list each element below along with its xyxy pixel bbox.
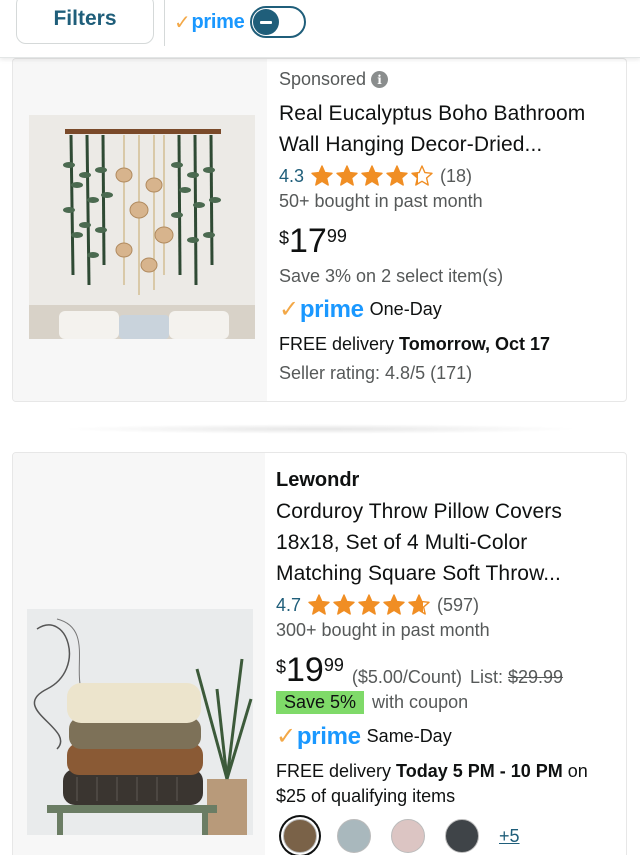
star-icon	[383, 594, 405, 615]
star-icon	[336, 165, 358, 186]
coupon-text: with coupon	[372, 692, 469, 712]
list-price: List: $29.99	[469, 667, 564, 687]
topbar-divider	[164, 0, 165, 46]
prime-speed: One-Day	[369, 299, 442, 319]
product-info: Sponsored i Real Eucalyptus Boho Bathroo…	[279, 69, 619, 384]
star-rating	[307, 593, 431, 617]
product-image-panel[interactable]	[13, 59, 267, 401]
color-swatch[interactable]	[337, 819, 371, 853]
rating-value: 4.7	[276, 594, 302, 615]
more-swatches-link[interactable]: +5	[499, 826, 520, 847]
product-info: Lewondr Corduroy Throw Pillow Covers 18x…	[276, 469, 621, 809]
product-card[interactable]: Lewondr Corduroy Throw Pillow Covers 18x…	[12, 452, 627, 855]
product-image[interactable]	[29, 115, 255, 339]
rating-value: 4.3	[279, 165, 305, 186]
rating-row[interactable]: 4.3 (18)	[279, 164, 619, 188]
rating-count: (597)	[437, 594, 480, 615]
star-rating	[310, 164, 434, 188]
card-separator	[60, 424, 580, 434]
sponsored-label[interactable]: Sponsored i	[279, 69, 619, 90]
rating-row[interactable]: 4.7 (597)	[276, 593, 621, 617]
info-icon[interactable]: i	[371, 71, 389, 88]
seller-rating: Seller rating: 4.8/5 (171)	[279, 363, 473, 383]
prime-check-icon: ✓	[174, 11, 191, 34]
filters-button[interactable]: Filters	[16, 0, 154, 44]
prime-toggle[interactable]	[250, 6, 307, 38]
star-icon	[311, 165, 333, 186]
prime-filter[interactable]: ✓ prime	[174, 4, 307, 40]
prime-badge: ✓ prime Same-Day	[276, 722, 621, 751]
price[interactable]: $ 19 99 ($5.00/Count) List: $29.99	[276, 651, 621, 689]
prime-check-icon: ✓	[279, 296, 299, 323]
product-title[interactable]: Corduroy Throw Pillow Covers 18x18, Set …	[276, 496, 621, 589]
star-icon	[361, 165, 383, 186]
product-card[interactable]: Sponsored i Real Eucalyptus Boho Bathroo…	[12, 58, 627, 402]
prime-check-icon: ✓	[276, 723, 296, 750]
bought-count: 300+ bought in past month	[276, 620, 490, 640]
rating-count: (18)	[440, 165, 473, 186]
coupon-badge: Save 5%	[276, 691, 365, 714]
product-image[interactable]	[27, 609, 253, 835]
star-icon	[411, 165, 433, 186]
star-icon	[358, 594, 380, 615]
prime-badge: ✓ prime One-Day	[279, 295, 619, 324]
color-swatch[interactable]	[391, 819, 425, 853]
prime-logo: ✓ prime	[279, 295, 364, 324]
star-icon	[333, 594, 355, 615]
price[interactable]: $ 17 99	[279, 222, 619, 260]
unit-price: ($5.00/Count)	[351, 667, 462, 687]
star-icon	[308, 594, 330, 615]
filter-bar: Filters ✓ prime	[0, 0, 640, 58]
delivery-info: FREE delivery Tomorrow, Oct 17	[279, 334, 551, 354]
prime-speed: Same-Day	[366, 726, 452, 746]
color-swatches: +5	[283, 819, 520, 853]
star-icon	[386, 165, 408, 186]
color-swatch[interactable]	[445, 819, 479, 853]
bought-count: 50+ bought in past month	[279, 191, 483, 211]
save-offer[interactable]: Save 3% on 2 select item(s)	[279, 266, 619, 287]
product-title[interactable]: Real Eucalyptus Boho Bathroom Wall Hangi…	[279, 98, 619, 160]
coupon[interactable]: Save 5% with coupon	[276, 691, 621, 714]
prime-logo: ✓ prime	[276, 722, 361, 751]
product-image-panel[interactable]	[13, 453, 265, 855]
brand-name: Lewondr	[276, 469, 360, 491]
delivery-info: FREE delivery Today 5 PM - 10 PM on $25 …	[276, 761, 588, 806]
toggle-knob-icon	[253, 9, 280, 35]
color-swatch[interactable]	[283, 819, 317, 853]
prime-logo: ✓ prime	[174, 10, 245, 34]
star-icon	[408, 594, 430, 615]
